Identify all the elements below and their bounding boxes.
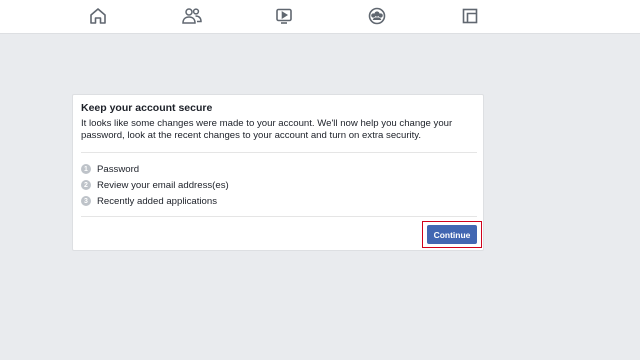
home-icon[interactable] <box>85 4 111 28</box>
step-password: 1 Password <box>81 161 229 177</box>
groups-icon[interactable] <box>364 4 390 28</box>
step-number-badge: 1 <box>81 164 91 174</box>
step-label: Recently added applications <box>97 195 218 207</box>
continue-highlight-box: Continue <box>422 221 482 248</box>
continue-button[interactable]: Continue <box>427 225 477 244</box>
dialog-description: It looks like some changes were made to … <box>81 118 453 141</box>
step-number-badge: 3 <box>81 196 91 206</box>
gaming-icon[interactable] <box>457 4 483 28</box>
divider <box>81 216 477 217</box>
dialog-title: Keep your account secure <box>81 102 213 114</box>
step-label: Password <box>97 163 140 175</box>
step-number-badge: 2 <box>81 180 91 190</box>
step-review-email: 2 Review your email address(es) <box>81 177 229 193</box>
security-steps-list: 1 Password 2 Review your email address(e… <box>81 161 229 209</box>
friends-icon[interactable] <box>179 4 205 28</box>
top-navigation-bar <box>0 0 640 34</box>
divider <box>81 152 477 153</box>
step-recent-applications: 3 Recently added applications <box>81 193 229 209</box>
step-label: Review your email address(es) <box>97 179 229 191</box>
watch-icon[interactable] <box>271 4 297 28</box>
account-security-dialog: Keep your account secure It looks like s… <box>72 94 484 251</box>
